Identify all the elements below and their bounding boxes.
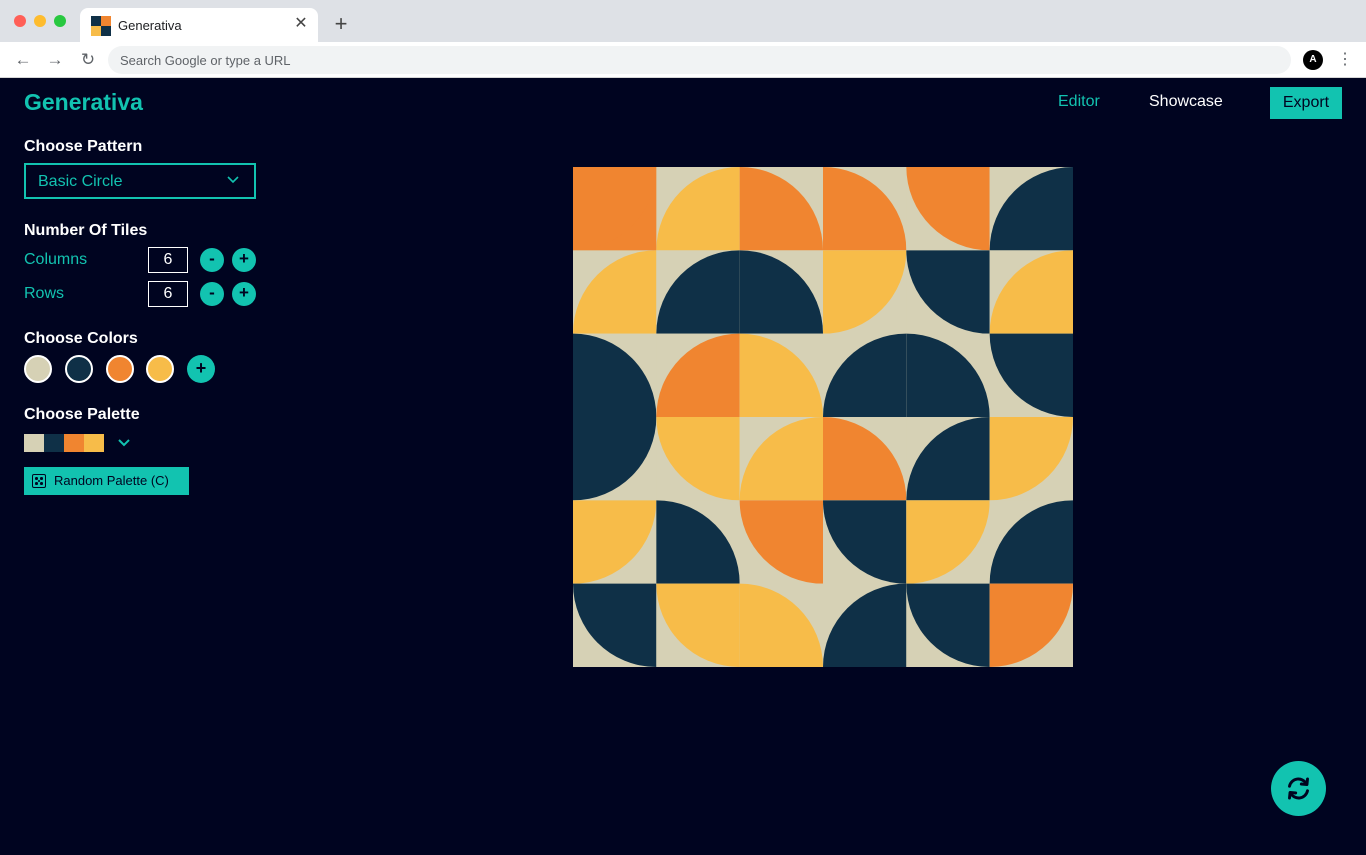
random-palette-label: Random Palette (C) [54,473,169,488]
browser-tab-bar: Generativa ✕ + [0,0,1366,42]
columns-increment-button[interactable]: + [232,248,256,272]
close-tab-icon[interactable]: ✕ [292,14,310,34]
columns-label: Columns [24,251,88,268]
browser-menu-icon[interactable]: ⋮ [1337,48,1353,72]
browser-tab[interactable]: Generativa ✕ [80,8,318,42]
tab-title: Generativa [118,18,182,33]
new-tab-button[interactable]: + [330,12,352,36]
palette-color [84,434,104,452]
random-palette-button[interactable]: Random Palette (C) [24,467,189,495]
choose-pattern-title: Choose Pattern [24,138,143,155]
nav-link-editor[interactable]: Editor [1058,93,1100,111]
palette-color [64,434,84,452]
choose-palette-title: Choose Palette [24,406,140,423]
pattern-canvas [573,167,1073,667]
refresh-icon [1288,777,1309,800]
forward-arrow-icon[interactable]: → [43,48,67,72]
address-bar-input[interactable] [108,46,1291,74]
app-logo[interactable]: Generativa [24,89,143,116]
minimize-window-button[interactable] [34,15,46,27]
color-swatch[interactable] [106,355,134,383]
rows-decrement-button[interactable]: - [200,282,224,306]
choose-colors-title: Choose Colors [24,330,138,347]
dice-icon [32,474,46,488]
nav-link-showcase[interactable]: Showcase [1149,93,1223,111]
color-swatch[interactable] [65,355,93,383]
reload-icon[interactable]: ↻ [76,48,100,72]
color-swatch[interactable] [24,355,52,383]
back-arrow-icon[interactable]: ← [11,48,35,72]
chevron-down-icon [227,176,239,184]
app-root: Generativa Editor Showcase Export Choose… [0,79,1366,855]
pattern-select[interactable]: Basic Circle [24,163,256,199]
columns-decrement-button[interactable]: - [200,248,224,272]
number-of-tiles-title: Number Of Tiles [24,222,148,239]
columns-input[interactable] [148,247,188,273]
palette-preview[interactable] [24,434,104,452]
profile-avatar[interactable]: A [1303,50,1323,70]
maximize-window-button[interactable] [54,15,66,27]
export-button[interactable]: Export [1270,87,1342,119]
browser-toolbar: ← → ↻ A ⋮ [0,42,1366,78]
favicon-icon [91,16,111,36]
palette-color [44,434,64,452]
pattern-select-value: Basic Circle [38,173,123,190]
color-swatch[interactable] [146,355,174,383]
close-window-button[interactable] [14,15,26,27]
add-color-button[interactable]: + [187,355,215,383]
palette-chevron-down-icon[interactable] [117,436,131,450]
rows-label: Rows [24,285,65,302]
regenerate-button[interactable] [1271,761,1326,816]
rows-input[interactable] [148,281,188,307]
palette-color [24,434,44,452]
rows-increment-button[interactable]: + [232,282,256,306]
